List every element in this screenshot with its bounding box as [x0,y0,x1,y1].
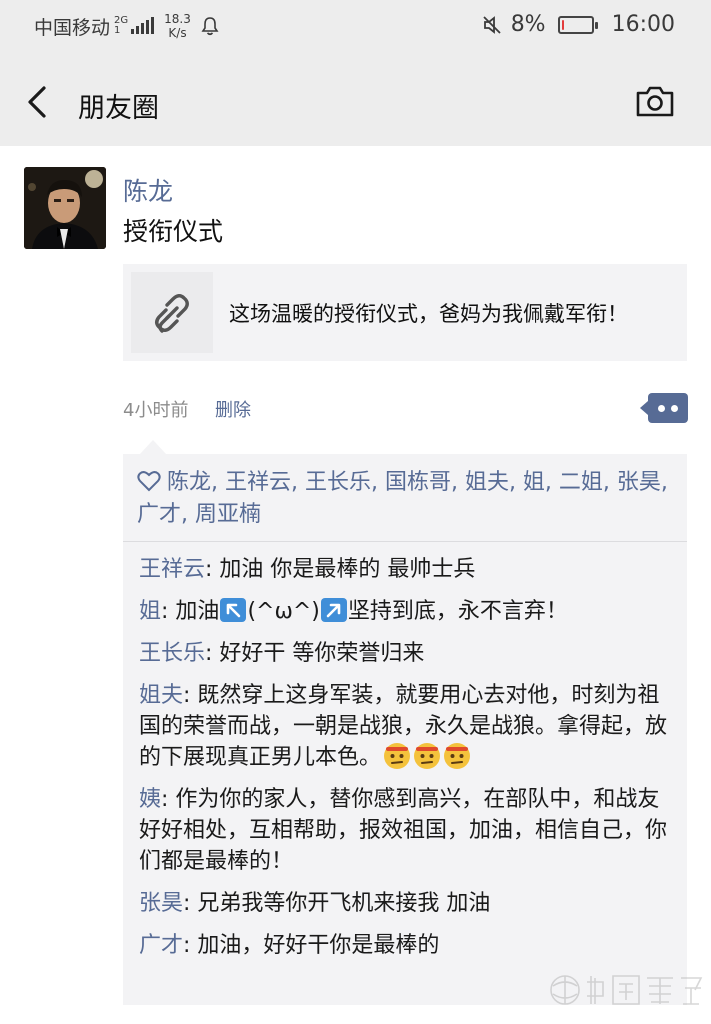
comment-text: 好好干 等你荣誉归来 [219,641,425,666]
comment-item[interactable]: 王祥云: 加油 你是最棒的 最帅士兵 [139,554,673,585]
comment-list: 王祥云: 加油 你是最棒的 最帅士兵 姐: 加油 (^ω^) 坚持到底，永不言弃！ … [139,554,673,972]
commenter-name[interactable]: 姨 [139,787,161,812]
network-type: 2G 1 [114,16,128,36]
comment-text: 加油 [175,599,220,624]
speed-unit: K/s [168,26,187,40]
status-bar: 中国移动 2G 1 18.3 K/s 8% 16:00 [0,0,711,54]
mute-icon [483,15,501,34]
camera-icon[interactable] [635,84,675,118]
likes-list: 陈龙, 王祥云, 王长乐, 国栋哥, 姐夫, 姐, 二姐, 张昊, 广才, 周亚… [137,467,673,531]
watermark-logo [550,975,703,1005]
determined-face-emoji [414,743,441,769]
clock: 16:00 [611,12,675,37]
network-speed: 18.3 K/s [164,12,191,40]
link-card[interactable]: 这场温暖的授衔仪式，爸妈为我佩戴军衔！ [123,264,687,361]
commenter-name[interactable]: 姐夫 [139,683,183,708]
notification-icon [201,17,219,36]
comment-text: 作为你的家人，替你感到高兴，在部队中，和战友好好相处，互相帮助，报效祖国，加油，… [139,787,668,874]
link-title: 这场温暖的授衔仪式，爸妈为我佩戴军衔！ [229,302,628,326]
comment-item[interactable]: 王长乐: 好好干 等你荣誉归来 [139,638,673,669]
avatar-photo [24,167,106,249]
comment-item[interactable]: 姐: 加油 (^ω^) 坚持到底，永不言弃！ [139,596,673,627]
comment-item[interactable]: 姐夫: 既然穿上这身军装，就要用心去对他，时刻为祖国的荣誉而战，一朝是战狼，永久… [139,680,673,773]
liker-names[interactable]: 陈龙, 王祥云, 王长乐, 国栋哥, 姐夫, 姐, 二姐, 张昊, 广才, 周亚… [137,470,668,527]
determined-face-emoji [444,743,471,769]
link-thumbnail [131,272,213,353]
status-left: 中国移动 2G 1 18.3 K/s [34,12,219,40]
comment-text: 兄弟我等你开飞机来接我 加油 [197,891,491,916]
avatar[interactable] [24,167,106,249]
box-pointer [140,440,166,454]
carrier-name: 中国移动 [34,16,111,39]
post-time: 4小时前 [123,400,189,421]
page-title: 朋友圈 [78,93,159,124]
battery-percent: 8% [510,12,546,37]
status-right: 8% 16:00 [481,12,675,37]
delete-button[interactable]: 删除 [215,396,251,422]
battery-level [561,19,564,30]
comment-text: 坚持到底，永不言弃！ [347,599,568,624]
arrow-upright-emoji [320,598,347,622]
commenter-name[interactable]: 王长乐 [139,641,205,666]
comment-text: 加油 你是最棒的 最帅士兵 [219,557,476,582]
comment-text: 加油，好好干你是最棒的 [197,933,440,958]
commenter-name[interactable]: 张昊 [139,891,183,916]
comment-item[interactable]: 姨: 作为你的家人，替你感到高兴，在部队中，和战友好好相处，互相帮助，报效祖国，… [139,784,673,877]
network-type-bottom: 1 [114,25,121,36]
determined-face-emoji [384,743,411,769]
post-author[interactable]: 陈龙 [123,172,173,208]
nav-bar: 朋友圈 [0,54,711,146]
commenter-name[interactable]: 姐 [139,599,161,624]
heart-icon [137,471,161,492]
battery-icon [557,15,598,34]
comment-text: (^ω^) [247,599,320,624]
interaction-box: 陈龙, 王祥云, 王长乐, 国栋哥, 姐夫, 姐, 二姐, 张昊, 广才, 周亚… [123,454,687,1005]
divider [123,541,687,542]
speed-value: 18.3 [164,12,191,26]
comment-item[interactable]: 广才: 加油，好好干你是最棒的 [139,930,673,961]
commenter-name[interactable]: 王祥云 [139,557,205,582]
signal-icon [131,17,155,34]
arrow-upleft-emoji [220,598,247,622]
comment-item[interactable]: 张昊: 兄弟我等你开飞机来接我 加油 [139,888,673,919]
more-icon[interactable] [640,393,688,423]
link-icon [155,293,189,333]
back-icon[interactable] [24,84,54,120]
commenter-name[interactable]: 广才 [139,933,183,958]
post-text: 授衔仪式 [123,217,224,246]
